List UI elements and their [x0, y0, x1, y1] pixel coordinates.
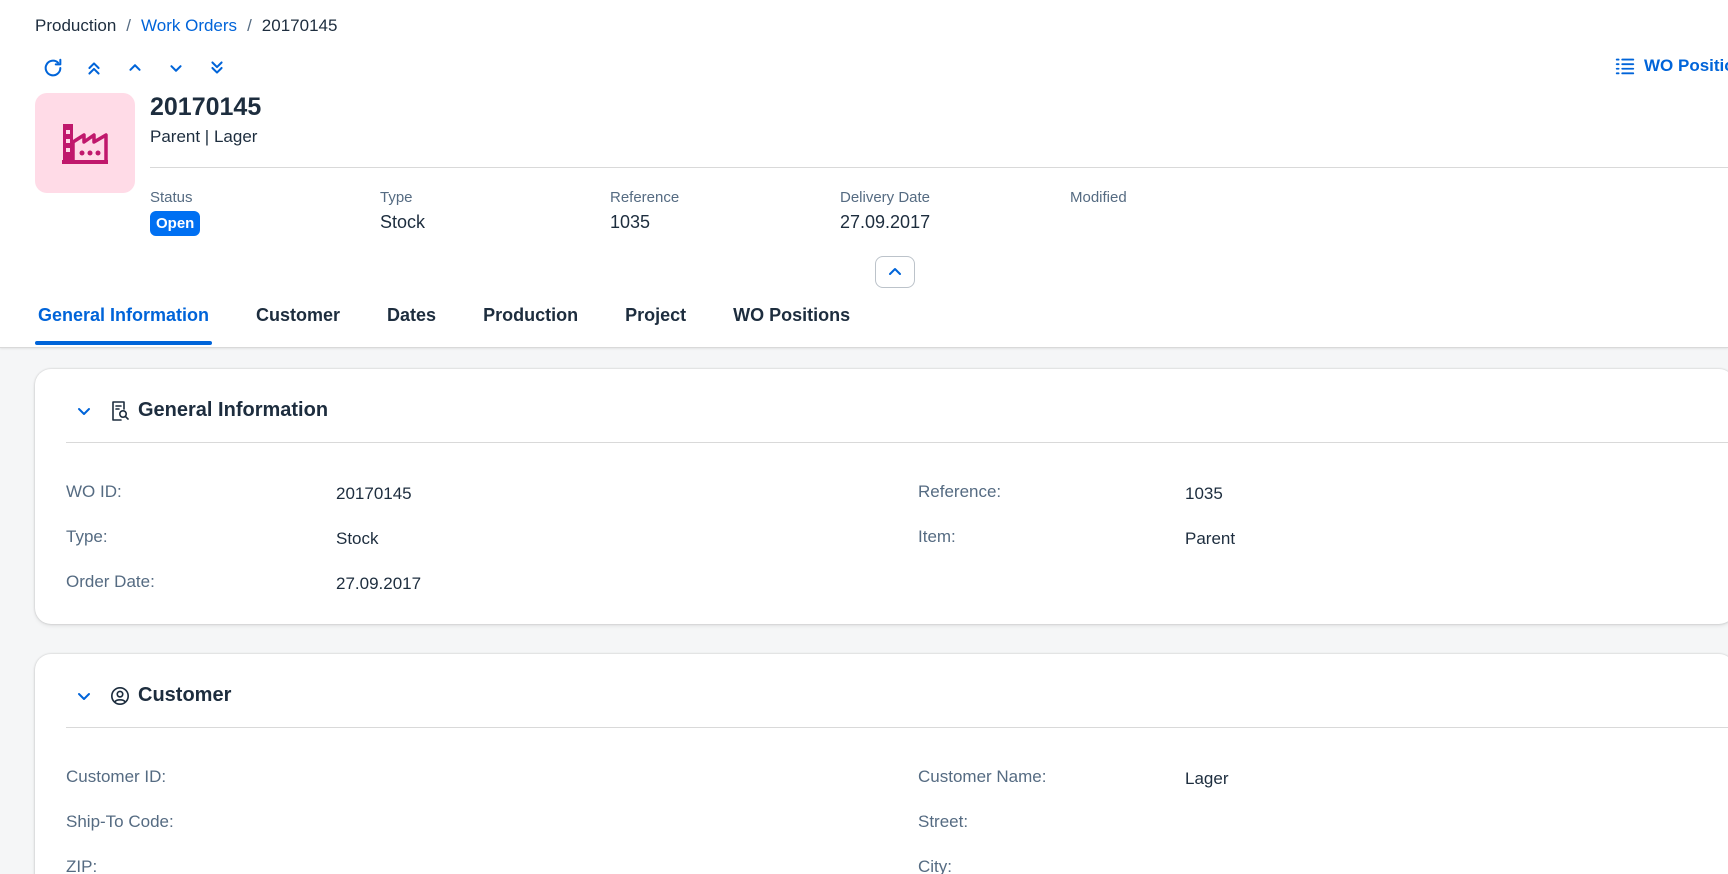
customer-section: Customer Customer ID: Ship-To Code: ZIP:… [35, 654, 1728, 874]
tab-bar: General Information Customer Dates Produ… [35, 305, 894, 348]
kpi-delivery-date-label: Delivery Date [840, 189, 931, 206]
list-icon [1615, 58, 1635, 75]
kpi-type-label: Type [380, 189, 413, 206]
type-label: Type: [66, 527, 108, 546]
breadcrumb-work-orders[interactable]: Work Orders [141, 16, 237, 36]
document-search-icon [112, 400, 129, 421]
collapse-header-button[interactable] [875, 256, 915, 288]
tab-production[interactable]: Production [480, 305, 581, 348]
customer-id-label: Customer ID: [66, 767, 167, 786]
kpi-modified: Modified [1070, 189, 1127, 212]
kpi-delivery-date-value: 27.09.2017 [840, 212, 931, 232]
tab-wo-positions[interactable]: WO Positions [730, 305, 853, 348]
tab-customer[interactable]: Customer [253, 305, 343, 348]
chevron-up-icon [889, 268, 901, 275]
kpi-type-value: Stock [380, 212, 426, 232]
kpi-reference: Reference 1035 [610, 189, 679, 233]
status-badge: Open [150, 211, 201, 236]
ship-to-code-label: Ship-To Code: [66, 812, 174, 831]
section-divider [66, 442, 1728, 443]
page-title: 20170145 [150, 93, 262, 121]
double-chevron-down-icon [211, 61, 223, 74]
breadcrumb-separator: / [247, 16, 252, 35]
kpi-status: Status Open [150, 189, 201, 236]
double-chevron-up-icon [88, 62, 100, 75]
general-information-section: General Information WO ID: 20170145 Type… [35, 369, 1728, 624]
section-title: Customer [138, 684, 232, 706]
chevron-down-icon [170, 65, 182, 72]
factory-icon [62, 124, 108, 164]
customer-header[interactable]: Customer [75, 684, 231, 707]
user-circle-icon [111, 686, 129, 705]
header-divider [150, 167, 1728, 168]
item-value: Parent [1185, 529, 1236, 548]
avatar [35, 93, 135, 193]
kpi-type: Type Stock [380, 189, 425, 233]
kpi-reference-label: Reference [610, 189, 680, 206]
refresh-icon [44, 58, 62, 77]
customer-name-label: Customer Name: [918, 767, 1047, 786]
object-page-header: Production / Work Orders / 20170145 WO P… [0, 0, 1728, 348]
kpi-reference-value: 1035 [610, 212, 651, 232]
breadcrumb-separator: / [126, 16, 132, 35]
breadcrumb: Production / Work Orders / 20170145 [35, 16, 337, 36]
street-label: Street: [918, 812, 969, 831]
section-divider [66, 727, 1728, 728]
tab-general-information[interactable]: General Information [35, 305, 213, 348]
wo-id-label: WO ID: [66, 482, 122, 501]
order-date-label: Order Date: [66, 572, 155, 591]
section-title: General Information [138, 399, 329, 421]
last-record-button[interactable] [204, 55, 230, 81]
record-navigation [40, 55, 230, 81]
tab-project[interactable]: Project [622, 305, 689, 348]
chevron-up-icon [129, 64, 141, 71]
general-information-header[interactable]: General Information [75, 399, 328, 422]
first-record-button[interactable] [81, 55, 107, 81]
breadcrumb-current: 20170145 [261, 16, 338, 35]
wo-id-value: 20170145 [336, 484, 412, 503]
tab-dates[interactable]: Dates [384, 305, 439, 348]
kpi-delivery-date: Delivery Date 27.09.2017 [840, 189, 930, 233]
reference-label: Reference: [918, 482, 1002, 501]
zip-label: ZIP: [66, 857, 98, 874]
breadcrumb-production[interactable]: Production [35, 16, 116, 36]
order-date-value: 27.09.2017 [336, 574, 422, 593]
previous-record-button[interactable] [122, 55, 148, 81]
type-value: Stock [336, 529, 379, 548]
reference-value: 1035 [1185, 484, 1223, 503]
chevron-down-icon[interactable] [75, 687, 93, 705]
chevron-down-icon[interactable] [75, 402, 93, 420]
kpi-modified-label: Modified [1070, 189, 1127, 206]
city-label: City: [918, 857, 952, 874]
wo-positions-label: WO Positio [1644, 56, 1728, 75]
kpi-status-label: Status [150, 189, 193, 206]
page-subtitle: Parent | Lager [150, 127, 258, 146]
wo-positions-button[interactable]: WO Positio [1614, 55, 1728, 77]
customer-name-value: Lager [1185, 769, 1229, 788]
refresh-button[interactable] [40, 55, 66, 81]
next-record-button[interactable] [163, 55, 189, 81]
item-label: Item: [918, 527, 956, 546]
